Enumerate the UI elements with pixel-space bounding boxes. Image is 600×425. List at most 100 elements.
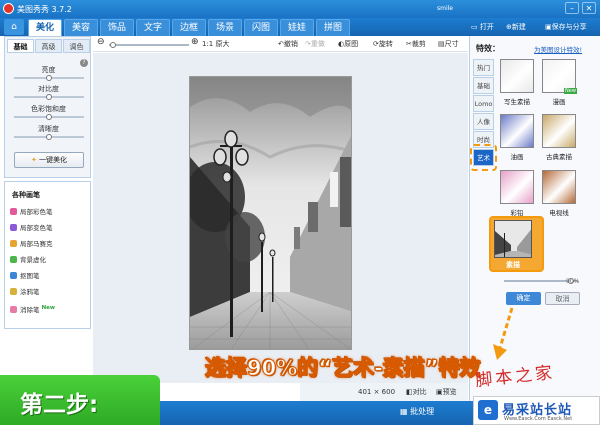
- pen-local-color[interactable]: 局部彩色笔: [10, 206, 90, 218]
- user-name[interactable]: smile: [437, 5, 453, 12]
- brightness-knob[interactable]: [46, 75, 52, 81]
- rotate-button[interactable]: ⟳旋转: [373, 39, 393, 49]
- save-share-label: 保存与分享: [551, 23, 587, 31]
- close-button[interactable]: ✕: [582, 2, 596, 14]
- minimize-icon: –: [570, 4, 574, 13]
- size-label: 尺寸: [444, 40, 459, 48]
- contrast-slider[interactable]: [14, 94, 84, 100]
- cutout-icon: [10, 272, 17, 279]
- zoom-slider[interactable]: [109, 42, 189, 48]
- effect-label: 写生素描: [504, 98, 530, 106]
- canvas-area[interactable]: [93, 53, 468, 383]
- save-share-button[interactable]: ▣保存与分享: [545, 21, 587, 33]
- category-lomo[interactable]: Lomo: [473, 95, 494, 112]
- new-button[interactable]: ⊕新建: [506, 21, 526, 33]
- preview-label: 预览: [442, 388, 457, 396]
- zoom-in-icon[interactable]: ⊕: [191, 37, 199, 47]
- original-button[interactable]: ◐原图: [338, 39, 358, 49]
- pen-eraser[interactable]: 消除笔 New: [10, 302, 90, 314]
- rotate-label: 旋转: [378, 40, 393, 48]
- preview-button[interactable]: ▣预览: [436, 387, 457, 397]
- pen-local-recolor[interactable]: 局部变色笔: [10, 222, 90, 234]
- close-icon: ✕: [585, 4, 593, 13]
- minimize-button[interactable]: –: [565, 2, 579, 14]
- selected-effect-label: 素描: [506, 261, 520, 269]
- batch-label: 批处理: [410, 407, 435, 416]
- saturation-slider[interactable]: [14, 114, 84, 120]
- sharpness-slider[interactable]: [14, 134, 84, 140]
- tab-beautify[interactable]: 美化: [28, 19, 62, 36]
- tab-advanced[interactable]: 高级: [35, 39, 62, 53]
- zoom-knob[interactable]: [110, 42, 116, 48]
- category-hot[interactable]: 热门: [473, 59, 494, 76]
- pen-label: 抠图笔: [20, 272, 40, 280]
- saturation-knob[interactable]: [46, 114, 52, 120]
- category-basic[interactable]: 基础: [473, 77, 494, 94]
- redo-label: 重做: [310, 40, 325, 48]
- sharpness-label: 清晰度: [38, 125, 59, 133]
- street-sketch-photo: [189, 76, 352, 350]
- tab-color[interactable]: 调色: [63, 39, 90, 53]
- batch-button[interactable]: ▦ 批处理: [400, 406, 434, 417]
- pen-cutout[interactable]: 抠图笔: [10, 270, 90, 282]
- effect-label: 电视线: [549, 209, 569, 217]
- effect-thumb-color-pencil[interactable]: [500, 170, 534, 204]
- effect-thumb-tv-lines[interactable]: [542, 170, 576, 204]
- cancel-button[interactable]: 取消: [545, 292, 580, 305]
- undo-label: 撤销: [283, 40, 298, 48]
- actual-size-button[interactable]: 1:1 原大: [202, 39, 230, 49]
- tab-collage[interactable]: 拼图: [316, 19, 350, 36]
- step-label: 第二步:: [20, 392, 99, 418]
- tab-face[interactable]: 美容: [64, 19, 98, 36]
- sketch-thumb-image: [495, 221, 531, 257]
- effect-label: 油画: [510, 153, 524, 161]
- zoom-out-icon[interactable]: ⊖: [97, 37, 105, 47]
- pen-label: 消除笔: [20, 306, 40, 314]
- effect-thumb-oil[interactable]: [500, 114, 534, 148]
- sharpness-knob[interactable]: [46, 134, 52, 140]
- pen-label: 背景虚化: [20, 256, 46, 264]
- design-effects-link[interactable]: 为美图设计特效!: [534, 44, 582, 54]
- adjust-panel: 基础 高级 调色 ? 亮度 对比度 色彩饱和度 清晰度 ✦ 一键美化: [4, 36, 91, 178]
- confirm-button[interactable]: 确定: [506, 292, 541, 305]
- doodle-icon: [10, 288, 17, 295]
- contrast-knob[interactable]: [46, 94, 52, 100]
- one-click-beautify-button[interactable]: ✦ 一键美化: [14, 152, 84, 168]
- effect-thumb-pencil-sketch[interactable]: [494, 220, 532, 258]
- category-portrait[interactable]: 人像: [473, 113, 494, 130]
- compare-icon: ◧: [406, 388, 413, 396]
- pen-doodle[interactable]: 涂鸦笔: [10, 286, 90, 298]
- undo-button[interactable]: ↶撤销: [278, 39, 298, 49]
- contrast-label: 对比度: [38, 85, 59, 93]
- tutorial-instruction: 选择90%的“艺术-素描”特效: [205, 356, 482, 381]
- size-button[interactable]: ▤尺寸: [438, 39, 459, 49]
- brightness-slider[interactable]: [14, 75, 84, 81]
- site-logo: e 易采站长站 Www.Easck.Com Easck.Net: [473, 396, 600, 425]
- eraser-icon: [10, 306, 17, 313]
- effect-thumb-sketch[interactable]: [500, 59, 534, 93]
- category-highlight: [470, 144, 497, 171]
- effects-panel: 特效： 为美图设计特效! 热门 基础 Lomo 人像 时尚 艺术 写生素描 Ne…: [469, 36, 600, 401]
- tab-scene[interactable]: 场景: [208, 19, 242, 36]
- crop-button[interactable]: ✂裁剪: [406, 39, 426, 49]
- pen-mosaic[interactable]: 局部马赛克: [10, 238, 90, 250]
- mosaic-icon: [10, 240, 17, 247]
- pen-background-blur[interactable]: 背景虚化: [10, 254, 90, 266]
- compare-button[interactable]: ◧对比: [406, 387, 427, 397]
- tab-doll[interactable]: 娃娃: [280, 19, 314, 36]
- effect-thumb-classic-sketch[interactable]: [542, 114, 576, 148]
- batch-icon: ▦: [400, 407, 411, 416]
- tab-frame[interactable]: 边框: [172, 19, 206, 36]
- tab-basic[interactable]: 基础: [7, 39, 34, 53]
- tab-accessories[interactable]: 饰品: [100, 19, 134, 36]
- site-logo-icon: e: [478, 400, 498, 420]
- open-button[interactable]: ▭ 打开: [471, 21, 494, 33]
- redo-button[interactable]: ↷重做: [305, 39, 325, 49]
- effects-title: 特效：: [476, 44, 500, 53]
- brightness-label: 亮度: [41, 66, 56, 74]
- save-icon: ▣: [545, 23, 552, 31]
- title-bar: 美图秀秀 3.7.2 smile – ✕: [0, 0, 600, 18]
- tab-flash[interactable]: 闪图: [244, 19, 278, 36]
- tab-text[interactable]: 文字: [136, 19, 170, 36]
- home-button[interactable]: ⌂: [4, 19, 24, 35]
